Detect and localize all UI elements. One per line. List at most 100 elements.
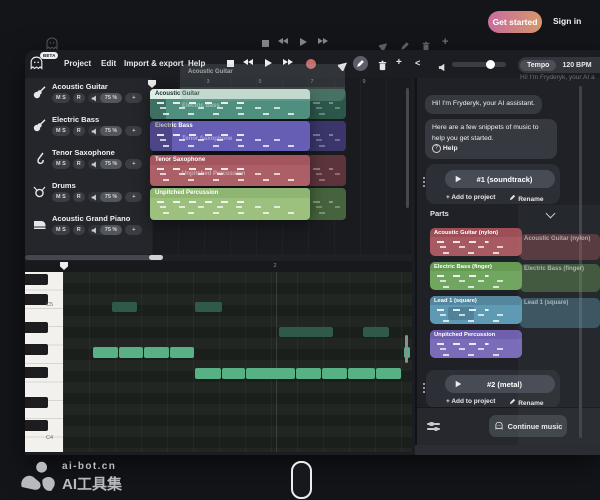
piano-roll-grid[interactable] <box>63 272 412 452</box>
record-arm-button[interactable]: R <box>73 225 85 235</box>
add-to-project-button[interactable]: + Add to project <box>446 398 495 407</box>
piano-roll-scrollbar[interactable] <box>405 335 408 363</box>
midi-note[interactable] <box>279 327 333 337</box>
mute-solo-button[interactable]: M S <box>52 225 70 235</box>
preview-clip-percussion[interactable]: Unpitched Percussion <box>150 188 310 220</box>
ghost-forward-icon <box>318 38 328 44</box>
beta-badge: BETA <box>40 52 58 59</box>
volume-control[interactable]: 75 % <box>88 159 123 169</box>
record-arm-button[interactable]: R <box>73 192 85 202</box>
hscroll-thumb[interactable] <box>25 255 163 260</box>
part-bar-lead[interactable]: Lead 1 (square) <box>430 296 522 324</box>
watermark-text: AI工具集 <box>62 473 122 494</box>
part-bar-bass[interactable]: Electric Bass (finger) <box>430 262 522 290</box>
arrangement-scrollbar[interactable] <box>406 88 409 208</box>
help-link[interactable]: ? Help <box>432 145 458 152</box>
midi-note[interactable] <box>112 302 137 312</box>
midi-note[interactable] <box>363 327 389 337</box>
snippet-card-1[interactable]: #1 (soundtrack) + Add to project Rename <box>426 164 560 204</box>
part-bar-percussion[interactable]: Unpitched Percussion <box>430 330 522 358</box>
track-options-button[interactable]: + <box>125 225 142 235</box>
volume-control[interactable]: 75 % <box>88 225 123 235</box>
black-key[interactable] <box>25 367 48 378</box>
black-key[interactable] <box>25 294 48 305</box>
midi-note[interactable] <box>222 368 245 379</box>
track-options-button[interactable]: + <box>125 93 142 103</box>
track-row[interactable]: Drums M S R 75 % + <box>25 177 152 210</box>
black-key[interactable] <box>25 274 48 285</box>
mute-solo-button[interactable]: M S <box>52 192 70 202</box>
volume-slider[interactable] <box>452 62 506 67</box>
record-arm-button[interactable]: R <box>73 126 85 136</box>
ghost-play-icon <box>300 38 307 46</box>
midi-note[interactable] <box>119 347 143 358</box>
track-options-button[interactable]: + <box>125 192 142 202</box>
preview-clip-sax[interactable]: Tenor Saxophone Unpitched Percussion <box>150 155 310 186</box>
arrangement-clip-sax[interactable] <box>306 155 346 186</box>
track-row[interactable]: Electric Bass M S R 75 % + <box>25 111 152 144</box>
hscroll-handle[interactable] <box>149 255 163 260</box>
part-bar-guitar[interactable]: Acoustic Guitar (nylon) <box>430 228 522 256</box>
parts-section-label[interactable]: Parts <box>430 209 449 218</box>
midi-note[interactable] <box>246 368 295 379</box>
rename-button[interactable]: Rename <box>509 194 543 203</box>
settings-sliders-icon[interactable] <box>427 420 440 433</box>
arrangement-clip-bass[interactable] <box>306 121 346 151</box>
get-started-button[interactable]: Get started <box>488 11 542 33</box>
volume-control[interactable]: 75 % <box>88 126 123 136</box>
speaker-icon <box>91 95 98 102</box>
speaker-icon <box>91 161 98 168</box>
menu-import-export[interactable]: Import & export <box>124 59 184 68</box>
volume-control[interactable]: 75 % <box>88 192 123 202</box>
menu-edit[interactable]: Edit <box>101 59 116 68</box>
midi-note[interactable] <box>296 368 321 379</box>
sign-in-link[interactable]: Sign in <box>553 16 581 26</box>
panel-bottom-strip <box>415 445 600 455</box>
piano-keyboard[interactable]: C5 C4 <box>25 272 63 452</box>
black-key[interactable] <box>25 420 48 431</box>
record-arm-button[interactable]: R <box>73 159 85 169</box>
mute-solo-button[interactable]: M S <box>52 93 70 103</box>
volume-control[interactable]: 75 % <box>88 93 123 103</box>
track-row[interactable]: Acoustic Guitar M S R 75 % + <box>25 78 152 111</box>
menu-project[interactable]: Project <box>64 59 91 68</box>
speaker-icon <box>91 194 98 201</box>
black-key[interactable] <box>25 344 48 355</box>
midi-note[interactable] <box>322 368 347 379</box>
tempo-control[interactable]: Tempo 120 BPM <box>518 57 600 73</box>
record-arm-button[interactable]: R <box>73 93 85 103</box>
add-tool-button[interactable]: + <box>396 57 402 68</box>
clip-label: Tenor Saxophone <box>150 155 310 165</box>
volume-slider-knob[interactable] <box>486 60 495 69</box>
collapse-tool-button[interactable]: < <box>415 58 420 68</box>
trash-tool-button[interactable] <box>377 58 388 76</box>
add-to-project-button[interactable]: + Add to project <box>446 194 495 203</box>
preview-clip-bass[interactable]: Electric Bass Tenor Saxophone <box>150 121 310 151</box>
snippet-drag-preview[interactable]: Acoustic Guitar Electric Bass Electric B… <box>150 89 310 220</box>
track-options-button[interactable]: + <box>125 159 142 169</box>
mute-solo-button[interactable]: M S <box>52 159 70 169</box>
piano-roll-ruler[interactable]: 2 <box>25 261 412 272</box>
midi-note[interactable] <box>170 347 194 358</box>
snippet-play-button[interactable]: #1 (soundtrack) <box>445 170 555 188</box>
volume-icon[interactable] <box>438 59 447 77</box>
mute-solo-button[interactable]: M S <box>52 126 70 136</box>
tempo-value: 120 BPM <box>562 62 591 69</box>
midi-note[interactable] <box>348 368 375 379</box>
track-row[interactable]: Acoustic Grand Piano M S R 75 % + <box>25 210 152 243</box>
midi-note[interactable] <box>93 347 118 358</box>
midi-note[interactable] <box>376 368 401 379</box>
black-key[interactable] <box>25 322 48 333</box>
midi-note[interactable] <box>195 302 222 312</box>
midi-note[interactable] <box>195 368 221 379</box>
horizontal-scrollbar[interactable] <box>25 254 412 261</box>
clip-label: Electric Bass <box>150 121 310 131</box>
arrangement-clip-percussion[interactable] <box>306 188 346 220</box>
track-name: Acoustic Guitar <box>52 82 108 91</box>
track-row[interactable]: Tenor Saxophone M S R 75 % + <box>25 144 152 177</box>
saxophone-icon <box>32 151 47 166</box>
track-options-button[interactable]: + <box>125 126 142 136</box>
midi-note[interactable] <box>144 347 169 358</box>
black-key[interactable] <box>25 397 48 408</box>
pencil-tool-button[interactable] <box>353 56 368 71</box>
